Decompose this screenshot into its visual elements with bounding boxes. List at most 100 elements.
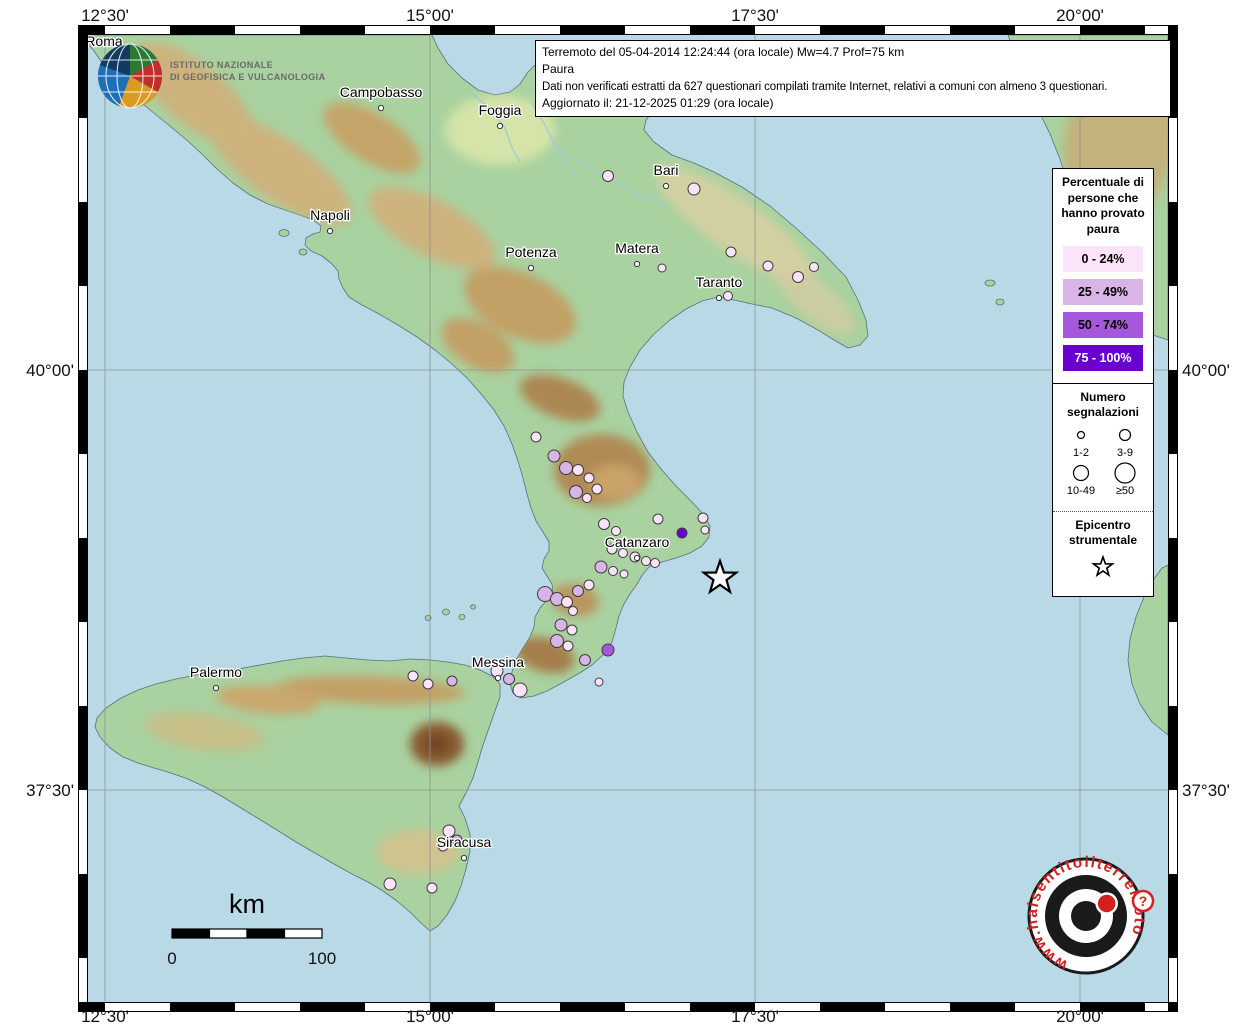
felt-report-point xyxy=(548,450,560,462)
felt-report-point xyxy=(573,465,584,476)
lat-tick-right: 40°00' xyxy=(1182,361,1230,380)
lon-tick-bottom: 12°30' xyxy=(81,1007,129,1024)
event-title: Terremoto del 05-04-2014 12:24:44 (ora l… xyxy=(542,44,1164,61)
updated-at: Aggiornato il: 21-12-2025 01:29 (ora loc… xyxy=(542,95,1164,112)
city-label: Napoli xyxy=(310,207,350,223)
legend-count-class: 1-2 xyxy=(1059,423,1103,459)
city-label: Palermo xyxy=(190,664,242,680)
felt-report-point xyxy=(563,641,573,651)
count-circle-icon xyxy=(1115,463,1135,483)
felt-report-point xyxy=(569,607,578,616)
island xyxy=(459,614,465,619)
question-bubble-icon: ? xyxy=(1133,891,1153,911)
island xyxy=(985,280,995,286)
lat-tick-right: 37°30' xyxy=(1182,781,1230,800)
count-circle-icon xyxy=(1074,466,1089,481)
ingv-name-line2: DI GEOFISICA E VULCANOLOGIA xyxy=(170,72,326,82)
felt-report-point xyxy=(595,678,603,686)
felt-report-point xyxy=(698,513,708,523)
felt-report-point xyxy=(602,644,614,656)
felt-report-point xyxy=(384,878,396,890)
island xyxy=(996,299,1004,305)
map-type-label: Paura xyxy=(542,61,1164,78)
city-marker xyxy=(663,183,668,188)
felt-report-point xyxy=(573,586,584,597)
legend-class-swatch: 0 - 24% xyxy=(1063,246,1143,272)
felt-report-point xyxy=(531,432,541,442)
felt-report-point xyxy=(658,264,666,272)
count-class-label: 3-9 xyxy=(1117,447,1133,459)
scale-end: 100 xyxy=(308,949,336,968)
legend-class-swatch: 50 - 74% xyxy=(1063,312,1143,338)
map-canvas xyxy=(88,24,1189,1002)
city-label: Potenza xyxy=(505,244,557,260)
count-class-label: ≥50 xyxy=(1116,485,1134,497)
lon-tick-top: 20°00' xyxy=(1056,6,1104,25)
city-marker xyxy=(327,228,332,233)
legend-count-title: Numero segnalazioni xyxy=(1053,383,1153,419)
felt-report-point xyxy=(620,570,628,578)
count-class-label: 10-49 xyxy=(1067,485,1095,497)
legend-percent-classes: 0 - 24%25 - 49%50 - 74%75 - 100% xyxy=(1053,246,1153,371)
felt-report-point xyxy=(423,679,433,689)
felt-report-point xyxy=(427,883,437,893)
page: RomaCampobassoFoggiaBariNapoliPotenzaMat… xyxy=(0,0,1254,1024)
city-label: Siracusa xyxy=(437,834,492,850)
felt-report-point xyxy=(595,561,607,573)
city-marker xyxy=(213,685,218,690)
island xyxy=(299,249,307,255)
felt-report-point xyxy=(592,484,602,494)
felt-report-point xyxy=(562,597,573,608)
ingv-name-line1: ISTITUTO NAZIONALE xyxy=(170,60,273,70)
lon-tick-bottom: 17°30' xyxy=(731,1007,779,1024)
felt-report-point xyxy=(603,171,614,182)
island xyxy=(471,605,476,609)
felt-report-point xyxy=(599,519,610,530)
felt-report-point xyxy=(810,263,819,272)
count-circle-icon xyxy=(1078,432,1085,439)
city-marker xyxy=(634,261,639,266)
scale-start: 0 xyxy=(167,949,176,968)
legend-count-class: ≥50 xyxy=(1103,461,1147,497)
felt-report-point xyxy=(724,292,733,301)
city-label: Roma xyxy=(85,33,123,49)
city-marker xyxy=(378,105,383,110)
island xyxy=(279,230,289,237)
felt-report-point xyxy=(763,261,773,271)
lat-tick-left: 37°30' xyxy=(26,781,74,800)
felt-report-point xyxy=(642,557,651,566)
city-marker xyxy=(495,675,500,680)
felt-report-point xyxy=(584,473,594,483)
felt-report-point xyxy=(551,635,564,648)
felt-report-point xyxy=(560,462,573,475)
island xyxy=(443,609,450,615)
felt-report-point xyxy=(580,655,591,666)
lon-tick-bottom: 20°00' xyxy=(1056,1007,1104,1024)
lat-tick-left: 40°00' xyxy=(26,361,74,380)
felt-report-point xyxy=(677,528,687,538)
felt-report-point xyxy=(555,619,567,631)
lon-tick-top: 17°30' xyxy=(731,6,779,25)
felt-report-point xyxy=(688,183,700,195)
legend-class-swatch: 25 - 49% xyxy=(1063,279,1143,305)
question-mark: ? xyxy=(1139,893,1148,909)
legend-count-classes: 1-2 3-9 10-49 ≥50 xyxy=(1053,419,1153,499)
city-label: Foggia xyxy=(479,102,522,118)
city-marker xyxy=(634,555,639,560)
count-circle-icon xyxy=(1120,430,1131,441)
city-label: Campobasso xyxy=(340,84,423,100)
city-marker xyxy=(461,855,466,860)
felt-report-point xyxy=(609,567,618,576)
felt-report-point xyxy=(408,671,418,681)
felt-report-point xyxy=(583,494,592,503)
scale-unit: km xyxy=(229,889,265,919)
lon-tick-top: 15°00' xyxy=(406,6,454,25)
felt-report-point xyxy=(653,514,663,524)
city-label: Messina xyxy=(472,654,524,670)
epicenter-star-icon xyxy=(1094,557,1113,575)
city-label: Bari xyxy=(654,162,679,178)
data-note: Dati non verificati estratti da 627 ques… xyxy=(542,79,1164,96)
count-class-label: 1-2 xyxy=(1073,447,1089,459)
city-label: Taranto xyxy=(696,274,743,290)
legend-epicenter-title: Epicentro strumentale xyxy=(1053,511,1153,547)
